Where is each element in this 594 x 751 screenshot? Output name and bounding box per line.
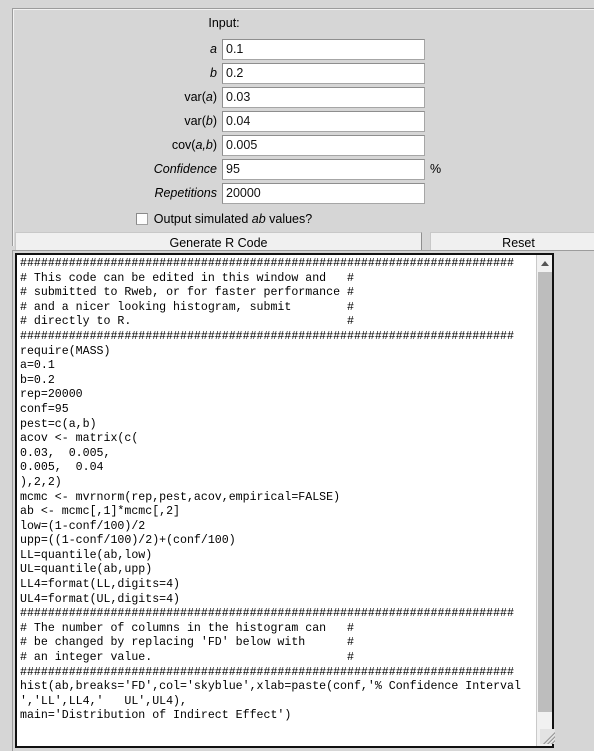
label-a-text: a — [210, 42, 217, 56]
label-var-b: var(b) — [14, 114, 222, 128]
field-row-var-b: var(b) — [14, 110, 425, 132]
field-row-var-a: var(a) — [14, 86, 425, 108]
input-panel: Input: a b var(a) var(b) — [12, 8, 594, 253]
label-var-a-post: ) — [212, 90, 217, 104]
label-var-b-post: ) — [212, 114, 217, 128]
label-a: a — [14, 42, 222, 56]
label-b-text: b — [210, 66, 217, 80]
input-b[interactable] — [222, 62, 425, 84]
input-confidence[interactable] — [222, 158, 425, 180]
label-var-a: var(a) — [14, 90, 222, 104]
input-repetitions[interactable] — [222, 182, 425, 204]
chk-text-ital: ab — [251, 212, 266, 226]
field-row-a: a — [14, 38, 425, 60]
label-var-b-pre: var( — [184, 114, 206, 128]
output-simulated-values-row: Output simulated ab values? — [14, 212, 434, 226]
label-cov-ab-pre: cov( — [171, 138, 196, 152]
scroll-up-icon[interactable] — [537, 255, 552, 271]
input-cov-ab[interactable] — [222, 134, 425, 156]
r-code-text[interactable]: ########################################… — [20, 257, 521, 724]
label-cov-ab: cov(a,b) — [14, 138, 222, 152]
label-b: b — [14, 66, 222, 80]
label-repetitions-text: Repetitions — [154, 186, 217, 200]
chk-text-before: Output simulated — [153, 212, 252, 226]
field-row-b: b — [14, 62, 425, 84]
field-row-repetitions: Repetitions — [14, 182, 425, 204]
label-var-a-var: a — [205, 90, 213, 104]
triangle-up-icon — [540, 260, 549, 266]
input-a[interactable] — [222, 38, 425, 60]
output-simulated-values-checkbox[interactable] — [135, 213, 148, 225]
label-var-b-var: b — [205, 114, 213, 128]
percent-sign: % — [430, 162, 442, 176]
label-var-a-pre: var( — [184, 90, 206, 104]
field-row-confidence: Confidence % — [14, 158, 441, 180]
label-confidence: Confidence — [14, 162, 222, 176]
resize-grip-icon[interactable] — [540, 729, 555, 744]
label-repetitions: Repetitions — [14, 186, 222, 200]
label-cov-ab-post: ) — [212, 138, 217, 152]
input-var-a[interactable] — [222, 86, 425, 108]
code-vertical-scrollbar[interactable] — [536, 255, 552, 746]
code-textarea-frame[interactable]: ########################################… — [15, 253, 554, 748]
chk-text-after: values? — [265, 212, 313, 226]
rmediation-code-generator-app: Input: a b var(a) var(b) — [0, 0, 594, 751]
code-output-panel: ########################################… — [12, 250, 594, 751]
field-row-cov-ab: cov(a,b) — [14, 134, 425, 156]
scrollbar-thumb[interactable] — [538, 272, 552, 712]
input-panel-inner: Input: a b var(a) var(b) — [13, 9, 594, 253]
output-simulated-values-label: Output simulated ab values? — [154, 212, 312, 226]
input-var-b[interactable] — [222, 110, 425, 132]
input-section-title: Input: — [208, 16, 240, 30]
label-cov-ab-var: a,b — [195, 138, 213, 152]
label-confidence-text: Confidence — [153, 162, 217, 176]
